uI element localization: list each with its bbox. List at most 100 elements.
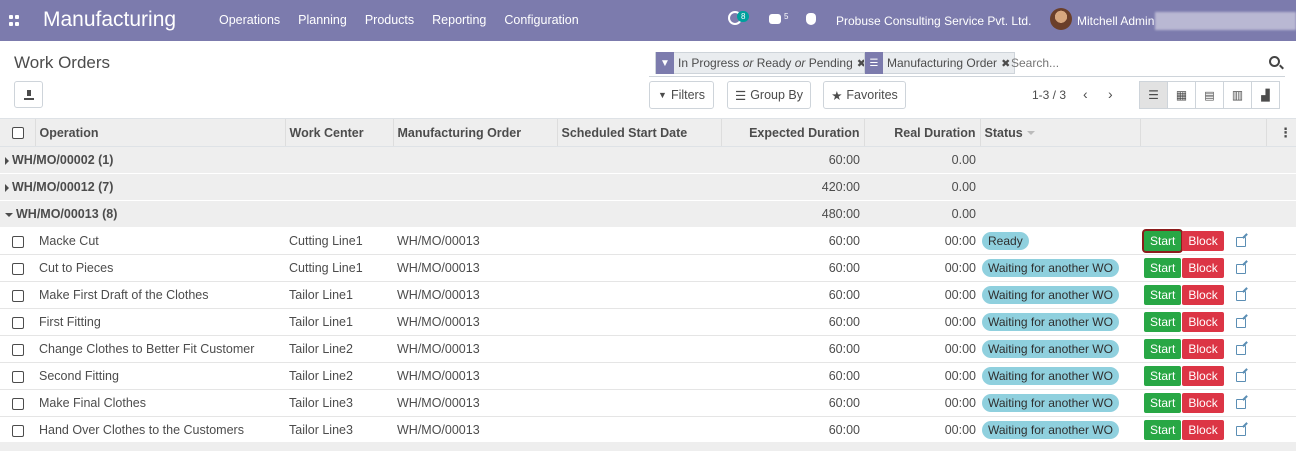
external-link-icon[interactable] bbox=[1235, 236, 1246, 247]
start-button[interactable]: Start bbox=[1144, 366, 1182, 386]
table-row[interactable]: Second Fitting Tailor Line2 WH/MO/00013 60:… bbox=[0, 362, 1296, 390]
cell-manufacturing-order[interactable]: WH/MO/00013 bbox=[393, 308, 557, 336]
row-checkbox[interactable] bbox=[0, 416, 35, 444]
pager-next-icon[interactable]: › bbox=[1108, 86, 1113, 102]
app-menu-icon[interactable] bbox=[9, 15, 20, 26]
filters-button[interactable]: ▼ Filters bbox=[649, 81, 714, 109]
cell-operation[interactable]: Change Clothes to Better Fit Customer bbox=[35, 335, 285, 363]
optional-columns-icon[interactable]: ⋮ bbox=[1265, 118, 1296, 147]
cell-work-center[interactable]: Tailor Line1 bbox=[285, 281, 393, 309]
user-menu[interactable]: Mitchell Admin bbox=[1077, 14, 1154, 28]
table-row[interactable]: Macke Cut Cutting Line1 WH/MO/00013 60:00 00… bbox=[0, 227, 1296, 255]
cell-real-duration[interactable]: 00:00 bbox=[864, 416, 980, 444]
external-link-icon[interactable] bbox=[1235, 371, 1246, 382]
cell-work-center[interactable]: Tailor Line1 bbox=[285, 308, 393, 336]
select-all-checkbox[interactable] bbox=[0, 118, 35, 147]
cell-scheduled-start-date[interactable] bbox=[557, 335, 721, 363]
app-title[interactable]: Manufacturing bbox=[43, 8, 176, 32]
debug-bug-icon[interactable] bbox=[806, 13, 816, 25]
cell-real-duration[interactable]: 00:00 bbox=[864, 227, 980, 255]
block-button[interactable]: Block bbox=[1182, 420, 1224, 440]
col-real-duration[interactable]: Real Duration bbox=[863, 118, 980, 147]
cell-real-duration[interactable]: 00:00 bbox=[864, 362, 980, 390]
cell-operation[interactable]: Hand Over Clothes to the Customers bbox=[35, 416, 285, 444]
cell-scheduled-start-date[interactable] bbox=[557, 362, 721, 390]
cell-operation[interactable]: Second Fitting bbox=[35, 362, 285, 390]
cell-expected-duration[interactable]: 60:00 bbox=[721, 281, 864, 309]
menu-operations[interactable]: Operations bbox=[219, 13, 280, 27]
table-row[interactable]: Hand Over Clothes to the Customers Tailor… bbox=[0, 416, 1296, 444]
row-checkbox[interactable] bbox=[0, 254, 35, 282]
start-button[interactable]: Start bbox=[1144, 393, 1182, 413]
external-link-icon[interactable] bbox=[1235, 317, 1246, 328]
block-button[interactable]: Block bbox=[1182, 285, 1224, 305]
messages-icon[interactable] bbox=[769, 14, 781, 24]
cell-manufacturing-order[interactable]: WH/MO/00013 bbox=[393, 254, 557, 282]
col-operation[interactable]: Operation bbox=[34, 118, 285, 147]
block-button[interactable]: Block bbox=[1182, 231, 1224, 251]
table-row[interactable]: Make First Draft of the Clothes Tailor Li… bbox=[0, 281, 1296, 309]
cell-operation[interactable]: Macke Cut bbox=[35, 227, 285, 255]
graph-view-icon[interactable]: ▟ bbox=[1251, 81, 1280, 109]
external-link-icon[interactable] bbox=[1235, 344, 1246, 355]
cell-real-duration[interactable]: 00:00 bbox=[864, 335, 980, 363]
cell-operation[interactable]: Cut to Pieces bbox=[35, 254, 285, 282]
cell-scheduled-start-date[interactable] bbox=[557, 308, 721, 336]
table-row[interactable]: Change Clothes to Better Fit Customer Tai… bbox=[0, 335, 1296, 363]
cell-expected-duration[interactable]: 60:00 bbox=[721, 416, 864, 444]
cell-manufacturing-order[interactable]: WH/MO/00013 bbox=[393, 362, 557, 390]
pager-previous-icon[interactable]: ‹ bbox=[1083, 86, 1088, 102]
col-work-center[interactable]: Work Center bbox=[284, 118, 393, 147]
start-button[interactable]: Start bbox=[1144, 258, 1182, 278]
external-link-icon[interactable] bbox=[1235, 398, 1246, 409]
search-icon[interactable] bbox=[1269, 56, 1280, 67]
cell-manufacturing-order[interactable]: WH/MO/00013 bbox=[393, 227, 557, 255]
group-row[interactable]: WH/MO/00002 (1) 60:00 0.00 bbox=[0, 146, 1296, 174]
col-manufacturing-order[interactable]: Manufacturing Order bbox=[392, 118, 557, 147]
cell-work-center[interactable]: Tailor Line2 bbox=[285, 362, 393, 390]
external-link-icon[interactable] bbox=[1235, 290, 1246, 301]
cell-real-duration[interactable]: 00:00 bbox=[864, 281, 980, 309]
menu-products[interactable]: Products bbox=[365, 13, 414, 27]
external-link-icon[interactable] bbox=[1235, 425, 1246, 436]
cell-expected-duration[interactable]: 60:00 bbox=[721, 389, 864, 417]
cell-scheduled-start-date[interactable] bbox=[557, 227, 721, 255]
cell-real-duration[interactable]: 00:00 bbox=[864, 254, 980, 282]
cell-manufacturing-order[interactable]: WH/MO/00013 bbox=[393, 281, 557, 309]
table-row[interactable]: Make Final Clothes Tailor Line3 WH/MO/0001… bbox=[0, 389, 1296, 417]
cell-scheduled-start-date[interactable] bbox=[557, 281, 721, 309]
menu-configuration[interactable]: Configuration bbox=[504, 13, 578, 27]
start-button[interactable]: Start bbox=[1144, 312, 1182, 332]
cell-real-duration[interactable]: 00:00 bbox=[864, 389, 980, 417]
cell-work-center[interactable]: Cutting Line1 bbox=[285, 227, 393, 255]
start-button[interactable]: Start bbox=[1144, 420, 1182, 440]
cell-expected-duration[interactable]: 60:00 bbox=[721, 362, 864, 390]
cell-scheduled-start-date[interactable] bbox=[557, 254, 721, 282]
row-checkbox[interactable] bbox=[0, 281, 35, 309]
cell-manufacturing-order[interactable]: WH/MO/00013 bbox=[393, 389, 557, 417]
menu-reporting[interactable]: Reporting bbox=[432, 13, 486, 27]
row-checkbox[interactable] bbox=[0, 335, 35, 363]
cell-manufacturing-order[interactable]: WH/MO/00013 bbox=[393, 416, 557, 444]
block-button[interactable]: Block bbox=[1182, 258, 1224, 278]
block-button[interactable]: Block bbox=[1182, 339, 1224, 359]
table-row[interactable]: Cut to Pieces Cutting Line1 WH/MO/00013 60:… bbox=[0, 254, 1296, 282]
row-checkbox[interactable] bbox=[0, 389, 35, 417]
company-switcher[interactable]: Probuse Consulting Service Pvt. Ltd. bbox=[836, 14, 1031, 28]
start-button[interactable]: Start bbox=[1144, 339, 1182, 359]
favorites-button[interactable]: ★ Favorites bbox=[823, 81, 906, 109]
col-status[interactable]: Status bbox=[979, 118, 1140, 147]
start-button[interactable]: Start bbox=[1144, 285, 1182, 305]
cell-expected-duration[interactable]: 60:00 bbox=[721, 254, 864, 282]
cell-expected-duration[interactable]: 60:00 bbox=[721, 335, 864, 363]
group-by-button[interactable]: ☰ Group By bbox=[727, 81, 811, 109]
table-row[interactable]: First Fitting Tailor Line1 WH/MO/00013 60:0… bbox=[0, 308, 1296, 336]
kanban-view-icon[interactable]: ▦ bbox=[1167, 81, 1196, 109]
cell-manufacturing-order[interactable]: WH/MO/00013 bbox=[393, 335, 557, 363]
cell-operation[interactable]: Make First Draft of the Clothes bbox=[35, 281, 285, 309]
col-scheduled-start-date[interactable]: Scheduled Start Date bbox=[556, 118, 721, 147]
cell-operation[interactable]: Make Final Clothes bbox=[35, 389, 285, 417]
cell-scheduled-start-date[interactable] bbox=[557, 416, 721, 444]
cell-expected-duration[interactable]: 60:00 bbox=[721, 308, 864, 336]
col-expected-duration[interactable]: Expected Duration bbox=[720, 118, 864, 147]
